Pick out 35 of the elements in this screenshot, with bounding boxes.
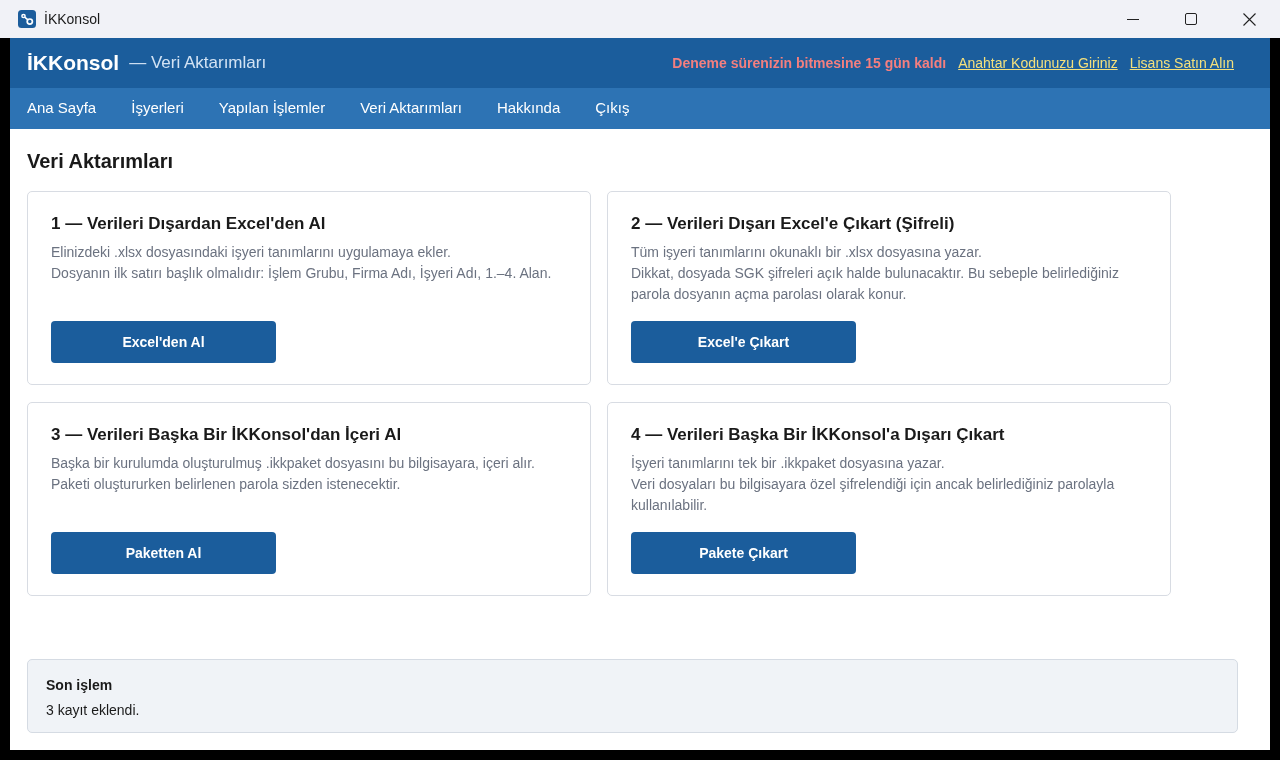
card-title: 3 — Verileri Başka Bir İKKonsol'dan İçeri Al <box>51 424 403 446</box>
card-description: Dosyanın ilk satırı başlık olmalıdır: İşlem Grubu, Firma Adı, İşyeri Adı, 1.–4. Alan. <box>51 264 553 283</box>
card-title: 4 — Verileri Başka Bir İKKonsol'a Dışarı Çıkart <box>631 424 1006 446</box>
status-message: 3 kayıt eklendi. <box>46 701 141 720</box>
page-subtitle: — Veri Aktarımları <box>129 52 267 75</box>
nav-item[interactable]: Veri Aktarımları <box>360 97 462 120</box>
card-title: 2 — Verileri Dışarı Excel'e Çıkart (Şifreli) <box>631 213 956 235</box>
action-button[interactable]: Pakete Çıkart <box>631 532 856 574</box>
card-description: Başka bir kurulumda oluşturulmuş .ikkpaket dosyasını bu bilgisayara, içeri alır. <box>51 454 536 473</box>
nav-item[interactable]: Yapılan İşlemler <box>218 97 326 120</box>
card-description: Veri dosyaları bu bilgisayara özel şifrelendiği için ancak belirlediğiniz parolayla kullanılabilir. <box>631 475 1116 515</box>
header-link[interactable]: Lisans Satın Alın <box>1129 52 1234 74</box>
card-title: 1 — Verileri Dışardan Excel'den Al <box>51 213 327 235</box>
app-logo-icon <box>18 10 36 28</box>
nav-item[interactable]: Çıkış <box>595 97 630 120</box>
nav-item[interactable]: Hakkında <box>496 97 561 120</box>
status-title: Son işlem <box>46 676 114 695</box>
action-button[interactable]: Excel'e Çıkart <box>631 321 856 363</box>
maximize-icon <box>1185 13 1197 25</box>
action-button[interactable]: Excel'den Al <box>51 321 276 363</box>
card-description: İşyeri tanımlarını tek bir .ikkpaket dosyasına yazar. <box>631 454 946 473</box>
page-heading: Veri Aktarımları <box>27 149 174 174</box>
brand-title: İKKonsol <box>27 50 120 77</box>
nav-item[interactable]: İşyerleri <box>131 97 184 120</box>
action-button[interactable]: Paketten Al <box>51 532 276 574</box>
header-link[interactable]: Anahtar Kodunuzu Giriniz <box>958 52 1118 74</box>
card-description: Tüm işyeri tanımlarını okunaklı bir .xlsx dosyasına yazar. <box>631 243 983 262</box>
trial-notice: Deneme sürenizin bitmesine 15 gün kaldı <box>672 53 947 73</box>
window-title: İKKonsol <box>44 9 101 29</box>
card-description: Elinizdeki .xlsx dosyasındaki işyeri tanımlarını uygulamaya ekler. <box>51 243 452 262</box>
card-description: Dikkat, dosyada SGK şifreleri açık halde bulunacaktır. Bu sebeple belirlediğiniz parola dosyanın açma parolası olarak konur. <box>631 264 1120 304</box>
close-icon <box>1242 12 1256 26</box>
card-description: Paketi oluştururken belirlenen parola sizden istenecektir. <box>51 475 402 494</box>
minimize-icon <box>1127 18 1139 20</box>
nav-item[interactable]: Ana Sayfa <box>27 97 97 120</box>
